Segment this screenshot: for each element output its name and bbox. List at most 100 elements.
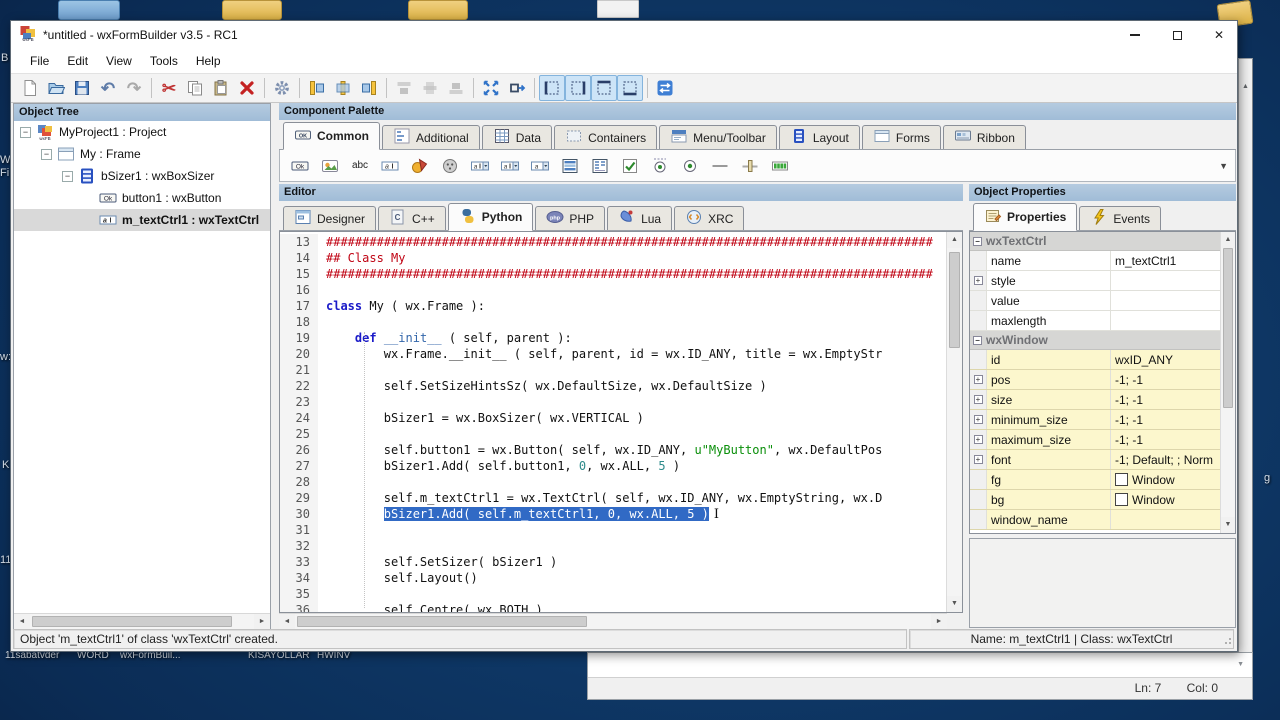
editor-hscrollbar[interactable]: ◄ ► <box>279 613 947 630</box>
combo-tool-button[interactable]: a <box>470 156 490 176</box>
palette-tab-ribbon[interactable]: Ribbon <box>942 125 1026 149</box>
copy-button[interactable] <box>182 75 208 101</box>
expand-icon[interactable]: + <box>973 395 983 404</box>
gauge-tool-button[interactable] <box>770 156 790 176</box>
editor-tab-lua[interactable]: Lua <box>607 206 673 230</box>
property-value[interactable] <box>1111 311 1220 330</box>
object-tree-hscrollbar[interactable]: ◄ ► <box>14 613 270 630</box>
color-swatch[interactable] <box>1115 493 1128 506</box>
orient-button[interactable] <box>652 75 678 101</box>
staticline-tool-button[interactable] <box>710 156 730 176</box>
tree-item-My[interactable]: − My : Frame <box>14 143 270 165</box>
scroll-down-icon[interactable]: ▼ <box>1221 517 1235 533</box>
property-category-wxtextctrl[interactable]: − wxTextCtrl <box>970 232 1220 251</box>
desktop-icon[interactable] <box>222 0 282 20</box>
menu-edit[interactable]: Edit <box>58 51 97 71</box>
checkbox-tool-button[interactable] <box>620 156 640 176</box>
scroll-up-icon[interactable]: ▲ <box>947 232 962 248</box>
scroll-left-icon[interactable]: ◄ <box>14 614 30 630</box>
menu-help[interactable]: Help <box>187 51 230 71</box>
bitmapbutton-tool-button[interactable] <box>320 156 340 176</box>
palette-tab-containers[interactable]: Containers <box>554 125 658 149</box>
slider-tool-button[interactable] <box>740 156 760 176</box>
palette-tab-additional[interactable]: Additional <box>382 125 480 149</box>
property-value[interactable]: Window <box>1111 490 1220 509</box>
scroll-right-icon[interactable]: ► <box>254 614 270 630</box>
scroll-down-icon[interactable]: ▼ <box>947 596 962 612</box>
property-value[interactable]: -1; Default; ; Norm <box>1111 450 1220 469</box>
scroll-left-icon[interactable]: ◄ <box>279 614 295 630</box>
palette-tab-common[interactable]: OK Common <box>283 122 380 150</box>
properties-tab-properties[interactable]: Properties <box>973 203 1078 231</box>
new-button[interactable] <box>17 75 43 101</box>
resize-grip[interactable] <box>1223 638 1231 646</box>
property-value[interactable]: -1; -1 <box>1111 390 1220 409</box>
menu-view[interactable]: View <box>97 51 141 71</box>
expand-icon[interactable]: + <box>973 415 983 424</box>
property-value[interactable] <box>1111 510 1220 529</box>
radio-tool-button[interactable] <box>680 156 700 176</box>
border-left-button[interactable] <box>539 75 565 101</box>
scrollbar-thumb[interactable] <box>297 616 587 627</box>
editor-tab-python[interactable]: Python <box>447 203 534 231</box>
properties-vscrollbar[interactable]: ▲ ▼ <box>1220 232 1235 533</box>
button-tool-button[interactable]: Ok <box>290 156 310 176</box>
property-value[interactable]: -1; -1 <box>1111 430 1220 449</box>
palette-tab-forms[interactable]: Forms <box>861 125 941 149</box>
property-category-wxwindow[interactable]: − wxWindow <box>970 331 1220 350</box>
textctrl-tool-button[interactable]: a <box>380 156 400 176</box>
scrollbar-thumb[interactable] <box>949 252 960 348</box>
tree-item-button1[interactable]: Ok button1 : wxButton <box>14 187 270 209</box>
scroll-up-icon[interactable]: ▲ <box>1221 232 1235 248</box>
editor-tab-php[interactable]: php PHP <box>535 206 606 230</box>
property-value[interactable]: m_textCtrl1 <box>1111 251 1220 270</box>
scroll-down-icon[interactable]: ▼ <box>1237 661 1244 668</box>
close-button[interactable]: ✕ <box>1211 27 1227 43</box>
property-value[interactable]: wxID_ANY <box>1111 350 1220 369</box>
scroll-up-icon[interactable]: ▲ <box>1240 83 1251 90</box>
menu-tools[interactable]: Tools <box>141 51 187 71</box>
tree-collapse-icon[interactable]: − <box>20 126 31 138</box>
editor-vscrollbar[interactable]: ▲ ▼ <box>946 232 962 612</box>
editor-tab-designer[interactable]: Designer <box>283 206 377 230</box>
align-left-button[interactable] <box>304 75 330 101</box>
desktop-icon[interactable] <box>408 0 468 20</box>
stretch-button[interactable] <box>504 75 530 101</box>
maximize-button[interactable] <box>1169 27 1185 43</box>
redo-button[interactable]: ↷ <box>121 75 147 101</box>
expand-icon[interactable]: + <box>973 375 983 384</box>
desktop-icon[interactable] <box>58 0 120 20</box>
property-value[interactable]: -1; -1 <box>1111 370 1220 389</box>
expand-icon[interactable]: + <box>973 435 983 444</box>
scrollbar-thumb[interactable] <box>32 616 232 627</box>
tree-item-m_textCtrl1[interactable]: a m_textCtrl1 : wxTextCtrl <box>14 209 270 231</box>
expand-icon[interactable]: + <box>973 455 983 464</box>
tree-collapse-icon[interactable]: − <box>62 170 73 182</box>
bitmapcombo-tool-button[interactable]: a <box>500 156 520 176</box>
scroll-right-icon[interactable]: ► <box>931 614 947 630</box>
desktop-icon[interactable] <box>597 0 639 18</box>
save-button[interactable] <box>69 75 95 101</box>
listbox-tool-button[interactable] <box>560 156 580 176</box>
expand-button[interactable] <box>478 75 504 101</box>
border-right-button[interactable] <box>565 75 591 101</box>
minimize-button[interactable] <box>1127 27 1143 43</box>
background-window-scrollbar[interactable]: ▲ <box>1238 58 1253 700</box>
tree-item-MyProject1[interactable]: − wxFB MyProject1 : Project <box>14 121 270 143</box>
choice-tool-button[interactable]: a <box>530 156 550 176</box>
color-swatch[interactable] <box>1115 473 1128 486</box>
scrollbar-thumb[interactable] <box>1223 248 1233 408</box>
colors-tool-button[interactable] <box>410 156 430 176</box>
cut-button[interactable]: ✂ <box>156 75 182 101</box>
collapse-icon[interactable]: − <box>973 236 982 246</box>
titlebar[interactable]: wxFB *untitled - wxFormBuilder v3.5 - RC… <box>11 21 1237 49</box>
border-bottom-button[interactable] <box>617 75 643 101</box>
editor-tab-xrc[interactable]: XRC <box>674 206 745 230</box>
expand-icon[interactable]: + <box>973 276 983 285</box>
property-value[interactable]: Window <box>1111 470 1220 489</box>
delete-button[interactable] <box>234 75 260 101</box>
palette-tab-layout[interactable]: Layout <box>778 125 860 149</box>
tree-collapse-icon[interactable]: − <box>41 148 52 160</box>
property-value[interactable]: -1; -1 <box>1111 410 1220 429</box>
listctrl-tool-button[interactable] <box>590 156 610 176</box>
